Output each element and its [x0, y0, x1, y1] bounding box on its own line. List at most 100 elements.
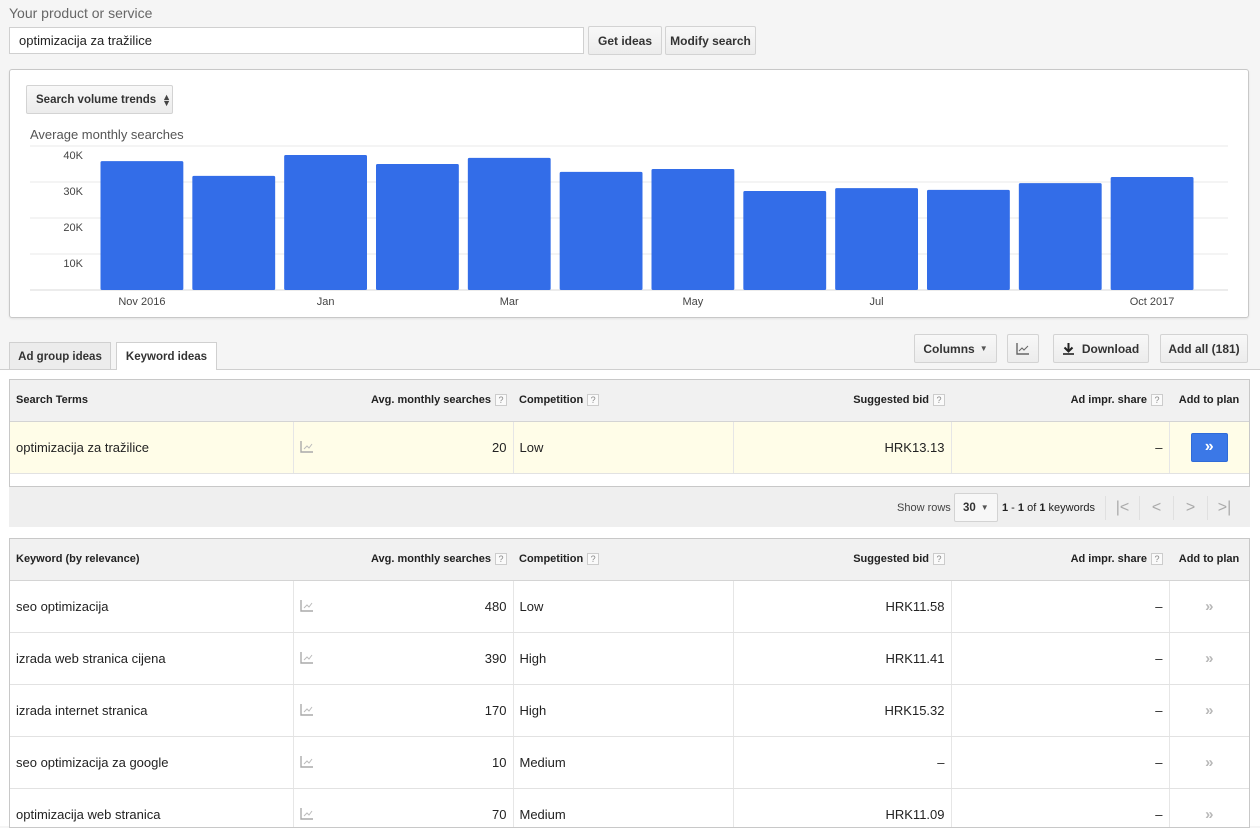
keyword-row: izrada internet stranica 170 High HRK15.32–…	[10, 684, 1249, 737]
download-label: Download	[1081, 341, 1140, 356]
add-to-plan-cell: »	[1169, 632, 1249, 685]
add-to-plan-cell: »	[1169, 580, 1249, 633]
add-to-plan-cell: »	[1169, 788, 1249, 827]
avg-searches-cell: 20	[293, 421, 514, 474]
header-ad-impr-share[interactable]: Ad impr. share?	[951, 539, 1169, 581]
bar-may-2017[interactable]	[651, 169, 735, 290]
header-suggested-bid[interactable]: Suggested bid?	[733, 380, 951, 422]
add-all-button[interactable]: Add all (181)	[1160, 334, 1248, 363]
chart-toggle-button[interactable]	[1007, 334, 1039, 363]
add-to-plan-button[interactable]: »	[1205, 702, 1213, 719]
bar-dec-2016[interactable]	[192, 175, 276, 290]
bar-jul-2017[interactable]	[835, 188, 918, 290]
keyword-cell: seo optimizacija za google	[10, 736, 294, 789]
header-avg-monthly-searches[interactable]: Avg. monthly searches?	[293, 380, 513, 422]
ad-impr-share-cell: –	[951, 736, 1170, 789]
help-icon[interactable]: ?	[933, 394, 945, 407]
avg-searches-cell: 70	[293, 788, 514, 827]
help-icon[interactable]: ?	[1151, 394, 1163, 407]
bar-jan-2017[interactable]	[284, 155, 367, 290]
help-icon[interactable]: ?	[495, 394, 507, 407]
trend-chart-icon[interactable]	[299, 756, 314, 768]
bar-nov-2016[interactable]	[100, 161, 184, 290]
add-to-plan-button[interactable]: »	[1205, 598, 1213, 615]
add-to-plan-cell: »	[1169, 736, 1249, 789]
header-competition[interactable]: Competition?	[513, 380, 733, 422]
rows-per-page-select[interactable]: 30 ▼	[954, 493, 998, 522]
keyword-cell: seo optimizacija	[10, 580, 294, 633]
header-avg-monthly-searches[interactable]: Avg. monthly searches?	[293, 539, 513, 581]
chart-title: Average monthly searches	[30, 127, 184, 142]
suggested-bid-cell: HRK11.41	[733, 632, 952, 685]
trend-chart-icon[interactable]	[299, 808, 314, 820]
suggested-bid-cell: –	[733, 736, 952, 789]
avg-searches-cell: 480	[293, 580, 514, 633]
search-term-cell: optimizacija za tražilice	[10, 421, 294, 474]
x-tick-label: Jan	[317, 296, 335, 308]
bar-apr-2017[interactable]	[559, 171, 643, 290]
search-term-row: optimizacija za tražilice 20 Low HRK13.1…	[10, 421, 1249, 474]
avg-searches-cell: 170	[293, 684, 514, 737]
help-icon[interactable]: ?	[1151, 553, 1163, 566]
trend-chart-icon[interactable]	[299, 441, 314, 453]
search-volume-trends-select[interactable]: Search volume trends ▲ ▼	[26, 85, 173, 114]
header-add-to-plan: Add to plan	[1169, 539, 1249, 581]
next-page-button[interactable]: >	[1173, 496, 1207, 520]
last-page-button[interactable]: >|	[1207, 496, 1241, 520]
trend-chart-icon[interactable]	[299, 652, 314, 664]
search-volume-chart: 10K 20K 30K 40K Nov 2016 Jan Mar May Jul Oct 2017	[30, 145, 1228, 308]
trend-chart-icon[interactable]	[299, 704, 314, 716]
columns-label: Columns	[923, 341, 975, 356]
rows-per-page-value: 30	[963, 501, 976, 514]
suggested-bid-cell: HRK15.32	[733, 684, 952, 737]
suggested-bid-cell: HRK13.13	[733, 421, 952, 474]
avg-searches-value: 390	[484, 650, 507, 666]
trend-chart-icon[interactable]	[299, 600, 314, 612]
bar-jun-2017[interactable]	[743, 191, 827, 290]
suggested-bid-cell: HRK11.09	[733, 788, 952, 827]
x-tick-label: Mar	[500, 296, 519, 308]
add-to-plan-button[interactable]: »	[1205, 806, 1213, 823]
bar-mar-2017[interactable]	[467, 157, 551, 290]
keyword-cell: izrada internet stranica	[10, 684, 294, 737]
bar-sep-2017[interactable]	[1018, 183, 1102, 290]
show-rows-label: Show rows	[897, 502, 951, 514]
keyword-cell: izrada web stranica cijena	[10, 632, 294, 685]
avg-searches-value: 20	[492, 439, 507, 455]
header-competition[interactable]: Competition?	[513, 539, 733, 581]
previous-page-button[interactable]: <	[1139, 496, 1173, 520]
add-to-plan-button[interactable]: »	[1205, 650, 1213, 667]
download-button[interactable]: Download	[1053, 334, 1149, 363]
help-icon[interactable]: ?	[495, 553, 507, 566]
header-ad-impr-share[interactable]: Ad impr. share?	[951, 380, 1169, 422]
header-suggested-bid[interactable]: Suggested bid?	[733, 539, 951, 581]
bar-aug-2017[interactable]	[927, 189, 1010, 290]
search-terms-header-row: Search Terms Avg. monthly searches? Comp…	[10, 380, 1249, 422]
header-search-terms[interactable]: Search Terms	[10, 380, 293, 422]
avg-searches-value: 170	[484, 702, 507, 718]
keyword-cell: optimizacija web stranica	[10, 788, 294, 827]
help-icon[interactable]: ?	[587, 553, 600, 566]
add-to-plan-button[interactable]: »	[1190, 432, 1228, 462]
competition-cell: High	[513, 684, 734, 737]
suggested-bid-cell: HRK11.58	[733, 580, 952, 633]
tab-keyword-ideas[interactable]: Keyword ideas	[116, 342, 217, 371]
competition-cell: Medium	[513, 788, 734, 827]
line-chart-icon	[1016, 342, 1029, 355]
ad-impr-share-cell: –	[951, 684, 1170, 737]
add-to-plan-button[interactable]: »	[1205, 754, 1213, 771]
bar-feb-2017[interactable]	[376, 164, 459, 290]
avg-searches-value: 10	[492, 754, 507, 770]
header-keyword[interactable]: Keyword (by relevance)	[10, 539, 293, 581]
help-icon[interactable]: ?	[587, 394, 600, 407]
first-page-button[interactable]: |<	[1105, 496, 1139, 520]
ad-impr-share-cell: –	[951, 421, 1170, 474]
trend-select-label: Search volume trends	[36, 93, 157, 106]
tab-ad-group-ideas[interactable]: Ad group ideas	[9, 342, 111, 370]
bar-oct-2017[interactable]	[1110, 176, 1194, 290]
header-add-to-plan: Add to plan	[1169, 380, 1249, 422]
x-tick-label: Oct 2017	[1130, 296, 1175, 308]
columns-button[interactable]: Columns ▼	[914, 334, 997, 363]
help-icon[interactable]: ?	[933, 553, 945, 566]
competition-cell: Low	[513, 421, 734, 474]
